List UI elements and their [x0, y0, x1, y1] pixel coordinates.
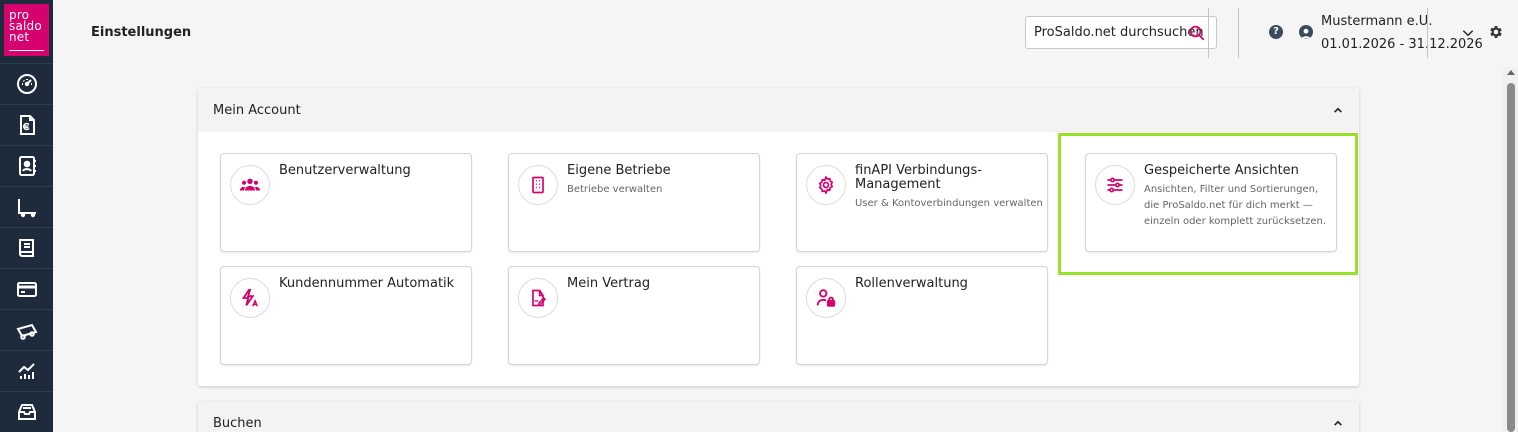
- section-buchen: Buchen: [198, 401, 1359, 432]
- settings-gear-icon: [806, 165, 846, 205]
- sidebar-item-journal[interactable]: [0, 228, 53, 268]
- section-header[interactable]: Buchen: [198, 401, 1359, 432]
- search-input[interactable]: ProSaldo.net durchsuchen: [1025, 16, 1217, 49]
- credit-card-icon: [16, 282, 37, 297]
- prosaldo-logo[interactable]: pro saldo net: [4, 4, 49, 56]
- chevron-down-icon[interactable]: [1461, 26, 1475, 40]
- ledger-icon: [17, 199, 36, 218]
- contract-icon: [518, 278, 558, 318]
- header-divider: [1238, 8, 1239, 58]
- card-description: Betriebe verwalten: [567, 184, 663, 195]
- logo-line-3: net: [9, 30, 30, 44]
- user-name[interactable]: Mustermann e.U.: [1321, 14, 1432, 29]
- card-title: Benutzerverwaltung: [279, 163, 411, 178]
- user-lock-icon: [806, 278, 846, 318]
- card-mein-vertrag[interactable]: Mein Vertrag: [508, 266, 760, 365]
- contacts-icon: [18, 156, 36, 176]
- vehicle-icon: [15, 323, 38, 340]
- logo-underline: [9, 50, 44, 51]
- sidebar-item-contacts[interactable]: [0, 146, 53, 186]
- inbox-icon: [17, 404, 36, 420]
- search-icon[interactable]: [1188, 24, 1206, 42]
- sidebar-item-vehicles[interactable]: [0, 310, 53, 350]
- highlight-frame: [1058, 133, 1358, 275]
- card-description: User & Kontoverbindungen verwalten: [855, 198, 1043, 209]
- sidebar-item-ledger[interactable]: [0, 187, 53, 227]
- help-icon[interactable]: ?: [1269, 25, 1283, 39]
- user-icon: [1299, 25, 1313, 39]
- chevron-up-icon[interactable]: [1333, 418, 1343, 428]
- section-title: Buchen: [213, 416, 262, 431]
- header-divider: [1208, 8, 1209, 58]
- scroll-thumb[interactable]: [1507, 83, 1515, 432]
- sidebar-item-archive[interactable]: [0, 392, 53, 432]
- scroll-up-icon[interactable]: [1507, 70, 1515, 75]
- sidebar-item-payments[interactable]: [0, 269, 53, 309]
- top-bar: Einstellungen ProSaldo.net durchsuchen ?…: [53, 0, 1518, 67]
- page-title: Einstellungen: [91, 25, 192, 40]
- card-title: finAPI Verbindungs-Management: [855, 163, 982, 192]
- sidebar-item-invoices[interactable]: [0, 105, 53, 145]
- chart-icon: [17, 363, 35, 379]
- card-title: Mein Vertrag: [567, 276, 651, 291]
- scrollbar[interactable]: [1503, 67, 1518, 432]
- section-title: Mein Account: [213, 103, 301, 118]
- card-eigene-betriebe[interactable]: Eigene Betriebe Betriebe verwalten: [508, 153, 760, 252]
- section-header[interactable]: Mein Account: [198, 88, 1359, 132]
- dashboard-icon: [16, 74, 37, 94]
- fiscal-period[interactable]: 01.01.2026 - 31.12.2026: [1321, 37, 1483, 52]
- euro-document-icon: [19, 115, 35, 135]
- card-benutzerverwaltung[interactable]: Benutzerverwaltung: [220, 153, 472, 252]
- sidebar-item-reports[interactable]: [0, 351, 53, 391]
- header-divider: [1427, 8, 1428, 58]
- auto-number-icon: [230, 278, 270, 318]
- card-title: Eigene Betriebe: [567, 163, 671, 178]
- sidebar: pro saldo net: [0, 0, 53, 432]
- card-kundennummer-automatik[interactable]: Kundennummer Automatik: [220, 266, 472, 365]
- search-placeholder: ProSaldo.net durchsuchen: [1034, 25, 1204, 40]
- book-icon: [18, 239, 34, 257]
- chevron-up-icon[interactable]: [1333, 105, 1343, 115]
- sidebar-item-dashboard[interactable]: [0, 64, 53, 104]
- building-icon: [518, 165, 558, 205]
- card-rollenverwaltung[interactable]: Rollenverwaltung: [796, 266, 1048, 365]
- users-icon: [230, 165, 270, 205]
- settings-gear-icon[interactable]: [1488, 24, 1504, 40]
- card-finapi-verbindungs-management[interactable]: finAPI Verbindungs-Management User & Kon…: [796, 153, 1048, 252]
- card-title: Rollenverwaltung: [855, 276, 968, 291]
- card-title: Kundennummer Automatik: [279, 276, 455, 291]
